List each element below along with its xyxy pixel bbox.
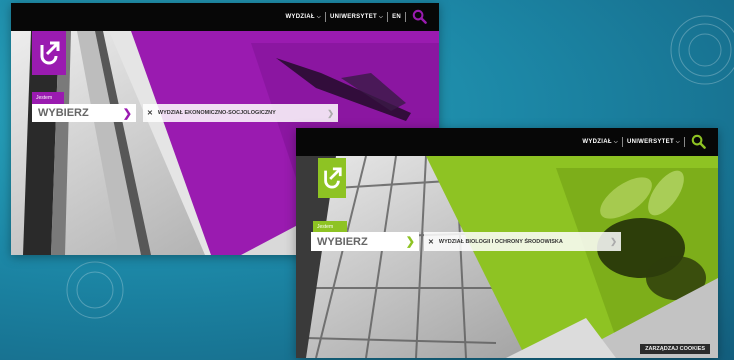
search-icon[interactable] (412, 9, 427, 26)
university-logo-icon[interactable] (32, 31, 66, 75)
nav-uniwersytet-label: UNIWERSYTET (626, 139, 674, 145)
chevron-down-icon: ⌵ (316, 14, 321, 20)
faculty-select-value: WYDZIAŁ BIOLOGII I OCHRONY ŚRODOWISKA (438, 238, 563, 245)
nav-separator (405, 12, 406, 22)
nav-uniwersytet[interactable]: UNIWERSYTET ⌵ (326, 14, 387, 20)
faculty-select-value: WYDZIAŁ EKONOMICZNO-SOCJOLOGICZNY (157, 110, 276, 116)
nav-language-en[interactable]: EN (388, 14, 405, 20)
manage-cookies-button[interactable]: ZARZĄDZAJ COOKIES (640, 344, 710, 354)
chevron-down-icon: ⌵ (675, 139, 680, 145)
chevron-down-icon: ❯ (327, 108, 334, 118)
close-icon[interactable]: ✕ (428, 238, 434, 246)
faculty-select[interactable]: ✕ WYDZIAŁ BIOLOGII I OCHRONY ŚRODOWISKA … (424, 232, 621, 251)
chevron-down-icon: ⌵ (378, 14, 384, 20)
nav-uniwersytet-label: UNIWERSYTET (330, 14, 377, 20)
website-screenshot-green: WYDZIAŁ ⌵ UNIWERSYTET ⌵ Jestem WYBIERZ ❯… (296, 128, 718, 358)
nav-wydzial[interactable]: WYDZIAŁ ⌵ (578, 139, 622, 145)
faculty-select[interactable]: ✕ WYDZIAŁ EKONOMICZNO-SOCJOLOGICZNY ❯ (143, 104, 338, 122)
search-icon[interactable] (691, 134, 706, 151)
chevron-down-icon: ❯ (122, 107, 132, 120)
top-navigation-bar: WYDZIAŁ ⌵ UNIWERSYTET ⌵ EN (11, 3, 439, 31)
nav-uniwersytet[interactable]: UNIWERSYTET ⌵ (623, 139, 684, 145)
jestem-label: Jestem (32, 92, 64, 104)
chevron-down-icon: ⌵ (613, 139, 618, 145)
chevron-down-icon: ❯ (610, 237, 617, 246)
role-select[interactable]: WYBIERZ ❯ (311, 232, 419, 251)
top-navigation-bar: WYDZIAŁ ⌵ UNIWERSYTET ⌵ (296, 128, 718, 156)
role-select[interactable]: WYBIERZ ❯ (32, 104, 136, 122)
nav-wydzial[interactable]: WYDZIAŁ ⌵ (281, 14, 325, 20)
nav-language-label: EN (392, 14, 401, 20)
nav-separator (684, 137, 685, 147)
nav-wydzial-label: WYDZIAŁ (285, 14, 315, 20)
chevron-down-icon: ❯ (405, 236, 415, 248)
role-select-value: WYBIERZ (38, 107, 89, 119)
close-icon[interactable]: ✕ (147, 109, 153, 117)
nav-wydzial-label: WYDZIAŁ (582, 139, 612, 145)
role-select-value: WYBIERZ (317, 235, 368, 248)
university-logo-icon[interactable] (318, 158, 346, 198)
